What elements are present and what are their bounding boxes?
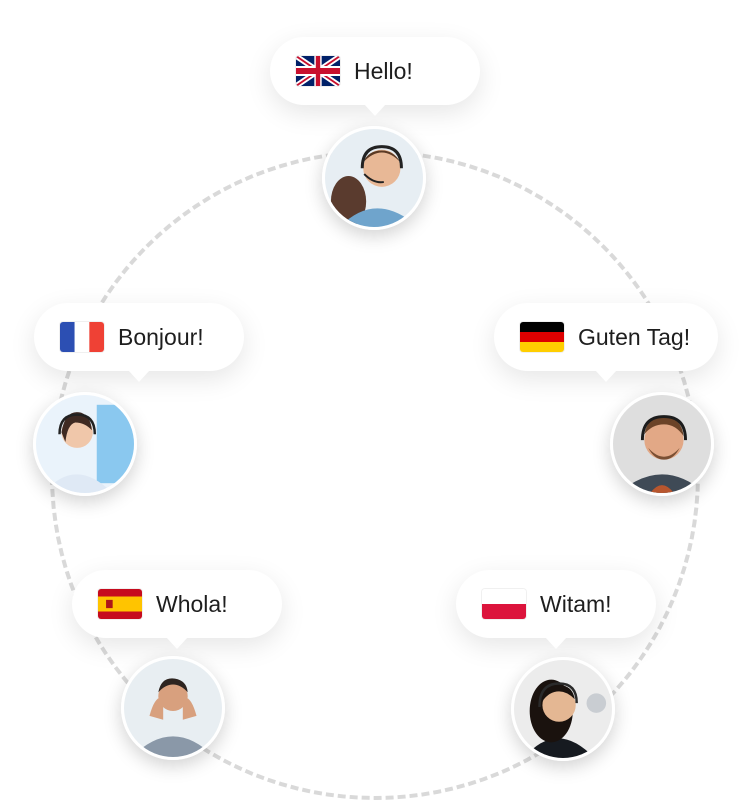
greeting-bubble-french: Bonjour! [34,303,244,371]
germany-flag-icon [520,322,564,352]
greeting-text: Guten Tag! [578,323,691,350]
france-flag-icon [60,322,104,352]
agent-avatar-german [610,392,714,496]
uk-flag-icon [296,56,340,86]
agent-avatar-polish [511,657,615,761]
greeting-bubble-english: Hello! [270,37,480,105]
agent-avatar-french [33,392,137,496]
greeting-bubble-polish: Witam! [456,570,656,638]
agent-avatar-english [322,126,426,230]
greeting-text: Whola! [156,590,228,617]
greeting-bubble-spanish: Whola! [72,570,282,638]
agent-avatar-spanish [121,656,225,760]
spain-flag-icon [98,589,142,619]
greeting-text: Bonjour! [118,323,204,350]
greeting-text: Witam! [540,590,612,617]
greeting-text: Hello! [354,57,413,84]
greeting-bubble-german: Guten Tag! [494,303,718,371]
poland-flag-icon [482,589,526,619]
